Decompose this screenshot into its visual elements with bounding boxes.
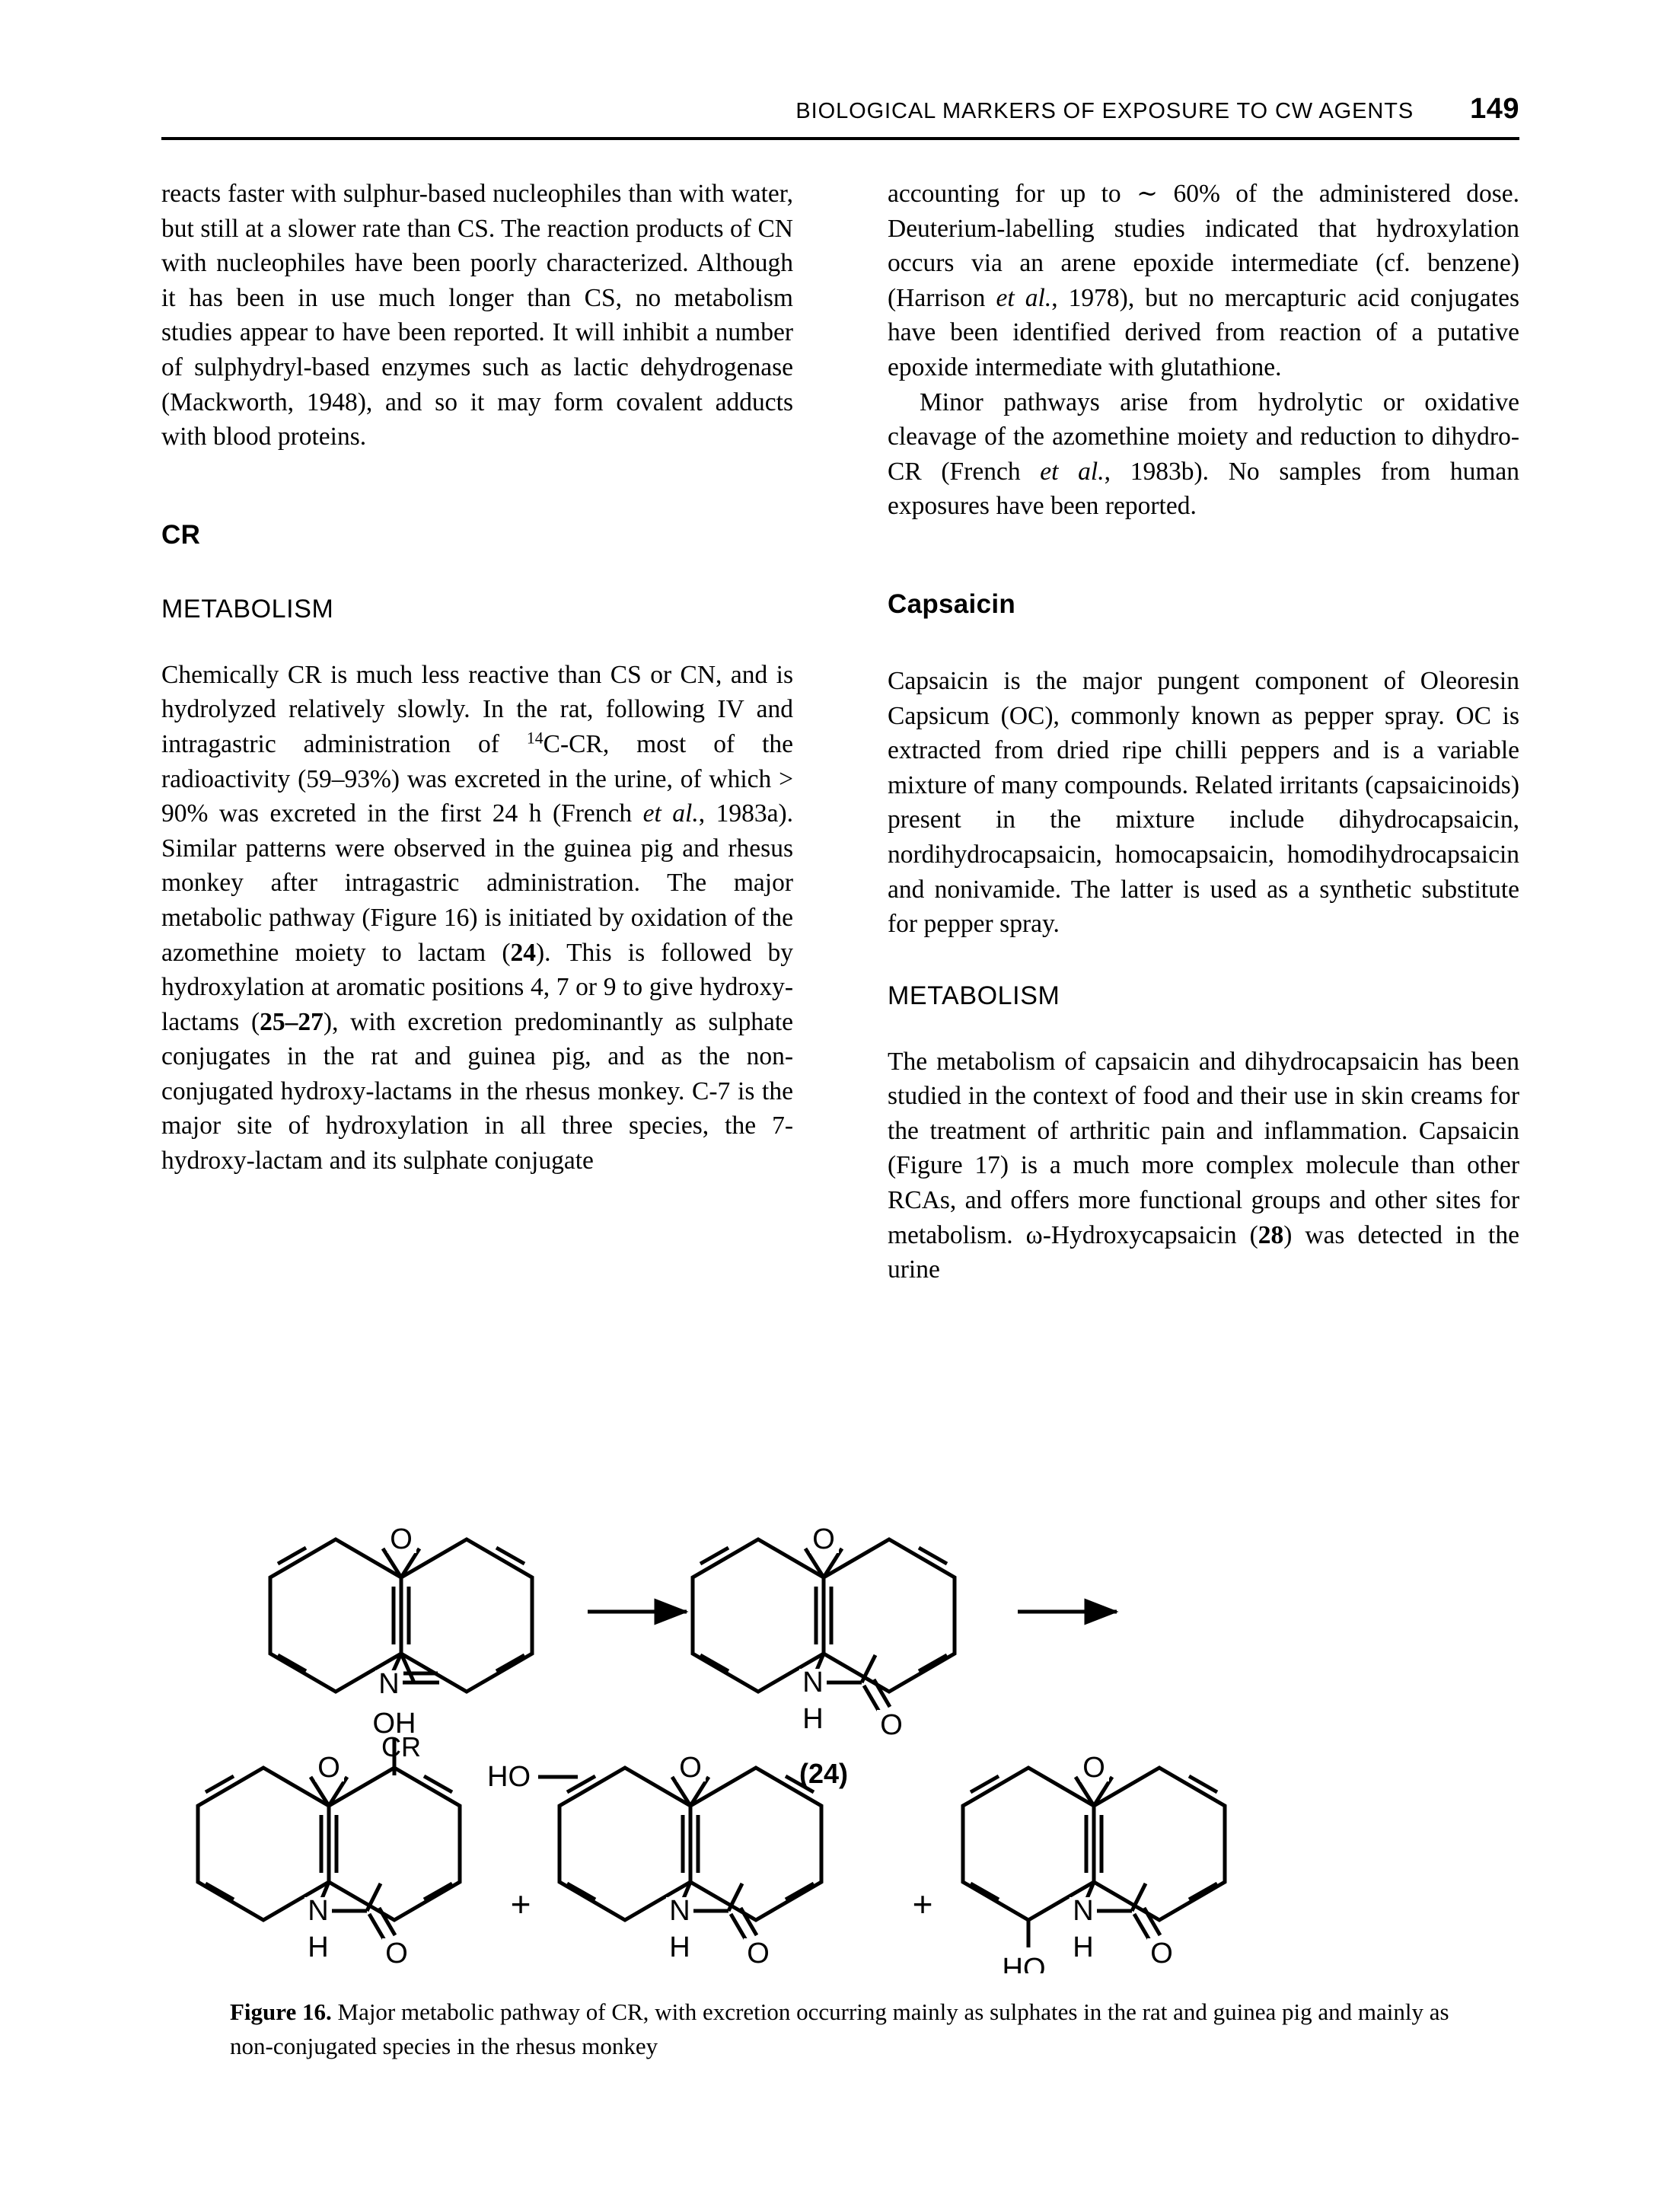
structure-26: O HO N H O (26) major metabolite: [487, 1752, 821, 1970]
page-number: 149: [1470, 93, 1519, 125]
column-right: accounting for up to ∼ 60% of the admini…: [888, 177, 1519, 1287]
plus-sign-2: +: [913, 1884, 933, 1924]
paragraph-capsaicin-metabolism: The metabolism of capsaicin and dihydroc…: [888, 1045, 1519, 1287]
heading-cr: CR: [161, 519, 201, 550]
atom-label-hydrogen: H: [1073, 1931, 1093, 1963]
atom-label-nitrogen: N: [1073, 1895, 1093, 1927]
body-columns: reacts faster with sulphur-based nucleop…: [161, 177, 1519, 1486]
atom-label-hydrogen: H: [308, 1931, 328, 1963]
atom-label-hydroxyl: OH: [373, 1708, 416, 1740]
compound-ref-28: 28: [1258, 1220, 1284, 1249]
document-page: BIOLOGICAL MARKERS OF EXPOSURE TO CW AGE…: [0, 0, 1680, 2204]
atom-label-oxygen: O: [317, 1752, 340, 1784]
atom-label-oxygen: O: [385, 1938, 408, 1970]
atom-label-oxygen: O: [880, 1709, 903, 1741]
atom-label-hydrogen: H: [669, 1931, 690, 1963]
atom-label-oxygen: O: [812, 1523, 835, 1555]
paragraph-cs-continued: accounting for up to ∼ 60% of the admini…: [888, 177, 1519, 385]
structure-27: O N H O HO (27): [963, 1752, 1225, 1973]
atom-label-nitrogen: N: [669, 1895, 690, 1927]
figure-16: O N CR O N H O (24) O OH N H O + O HO N …: [161, 1501, 1519, 2202]
atom-label-oxygen: O: [1150, 1938, 1173, 1970]
atom-label-hydroxyl: HO: [487, 1761, 531, 1793]
heading-capsaicin-metabolism: METABOLISM: [888, 981, 1060, 1010]
atom-label-hydrogen: H: [802, 1703, 823, 1735]
running-head: BIOLOGICAL MARKERS OF EXPOSURE TO CW AGE…: [161, 93, 1519, 126]
atom-label-oxygen: O: [390, 1523, 413, 1555]
text-run: The metabolism of capsaicin and dihydroc…: [888, 1047, 1519, 1249]
atom-label-nitrogen: N: [308, 1895, 328, 1927]
paragraph-capsaicin-intro: Capsaicin is the major pungent component…: [888, 666, 1519, 939]
paragraph-cr-metabolism: Chemically CR is much less reactive than…: [161, 658, 793, 1179]
compound-ref-24: 24: [510, 938, 537, 967]
atom-label-oxygen: O: [679, 1752, 702, 1784]
running-head-title: BIOLOGICAL MARKERS OF EXPOSURE TO CW AGE…: [795, 99, 1414, 123]
et-al-italic: et al.: [996, 283, 1052, 312]
et-al-italic: et al.: [642, 799, 699, 828]
paragraph-cn-continued: reacts faster with sulphur-based nucleop…: [161, 180, 793, 451]
et-al-italic: et al.: [1040, 457, 1105, 486]
figure-caption-label: Figure 16.: [230, 1998, 332, 2025]
heading-cr-metabolism: METABOLISM: [161, 594, 334, 624]
heading-capsaicin: Capsaicin: [888, 588, 1016, 619]
atom-label-nitrogen: N: [802, 1667, 823, 1698]
scheme-svg: O N CR O N H O (24) O OH N H O + O HO N …: [161, 1523, 1519, 1973]
structure-label-24: (24): [799, 1758, 848, 1789]
figure-caption: Figure 16. Major metabolic pathway of CR…: [230, 1995, 1497, 2063]
atom-label-hydroxyl: HO: [1003, 1953, 1046, 1973]
compound-ref-25-27: 25–27: [260, 1007, 324, 1036]
isotope-superscript-14: 14: [526, 729, 544, 748]
column-left: reacts faster with sulphur-based nucleop…: [161, 177, 793, 1179]
figure-caption-text: Major metabolic pathway of CR, with excr…: [230, 1998, 1449, 2059]
atom-label-nitrogen: N: [378, 1668, 399, 1700]
reaction-scheme: O N CR O N H O (24) O OH N H O + O HO N …: [161, 1501, 1519, 1973]
structure-24: O N H O (24): [693, 1523, 955, 1789]
atom-label-oxygen: O: [747, 1938, 770, 1970]
plus-sign-1: +: [511, 1884, 531, 1924]
header-rule: [161, 137, 1519, 140]
paragraph-minor-pathways: Minor pathways arise from hydrolytic or …: [888, 385, 1519, 524]
atom-label-oxygen: O: [1082, 1752, 1105, 1784]
